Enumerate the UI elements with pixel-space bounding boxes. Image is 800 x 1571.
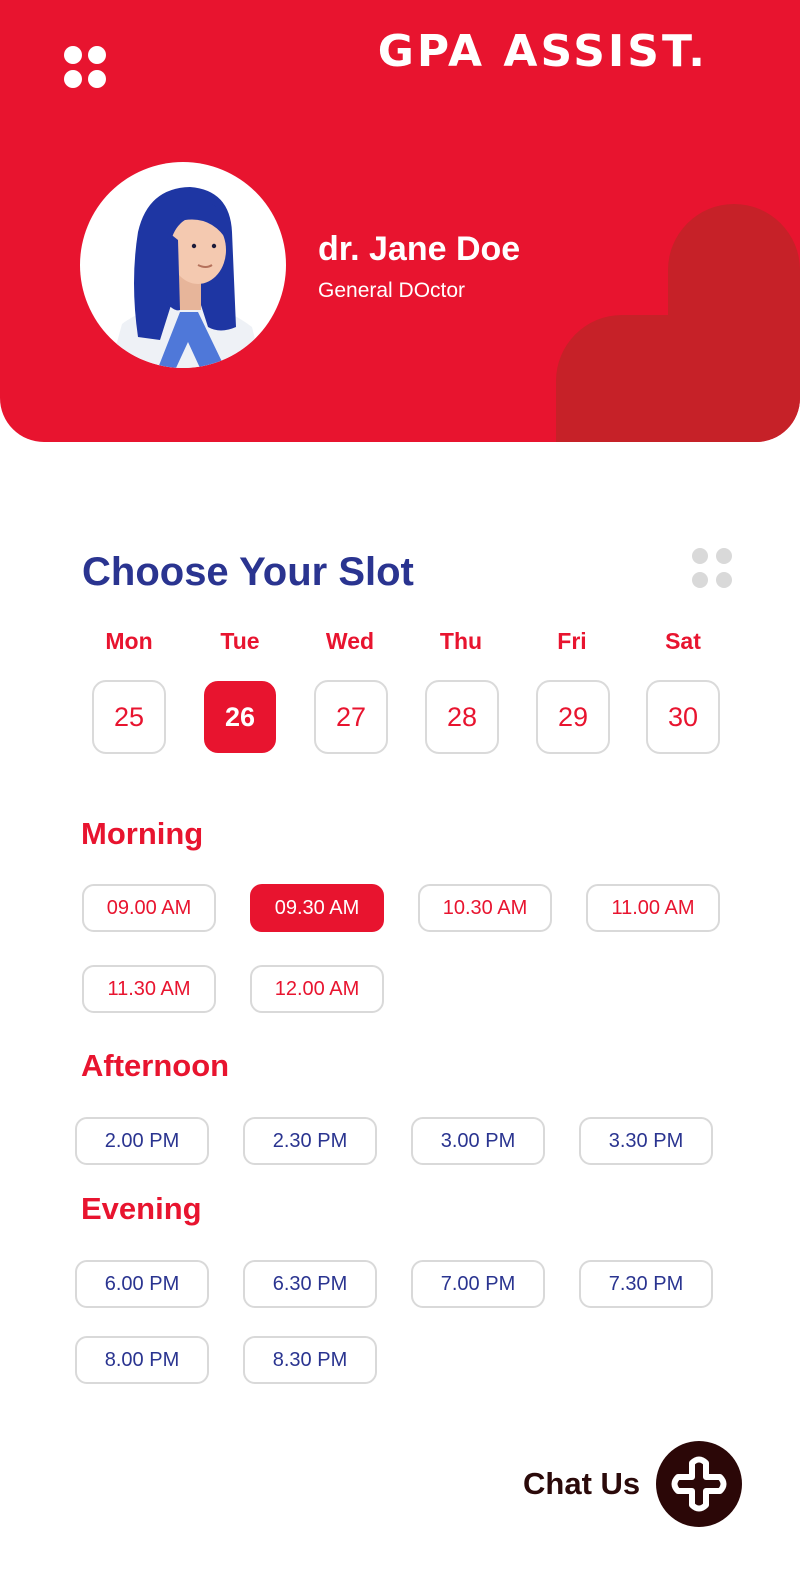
menu-icon[interactable]	[64, 46, 110, 92]
day-label-tue: Tue	[220, 628, 260, 654]
slot-evening-800[interactable]: 8.00 PM	[75, 1336, 209, 1384]
slot-evening-730[interactable]: 7.30 PM	[579, 1260, 713, 1308]
grid-icon[interactable]	[692, 548, 734, 590]
day-label-fri: Fri	[557, 628, 587, 654]
header: GPA ASSIST. dr. Jane Doe General DOctor	[0, 0, 800, 442]
date-27[interactable]: 27	[314, 680, 388, 754]
chat-us-label[interactable]: Chat Us	[523, 1466, 640, 1502]
doctor-illustration	[110, 187, 262, 368]
afternoon-label: Afternoon	[81, 1048, 230, 1083]
slot-evening-700[interactable]: 7.00 PM	[411, 1260, 545, 1308]
slot-morning-1200[interactable]: 12.00 AM	[250, 965, 384, 1013]
day-label-mon: Mon	[105, 628, 153, 654]
morning-label: Morning	[81, 816, 204, 851]
slot-afternoon-300[interactable]: 3.00 PM	[411, 1117, 545, 1165]
day-label-sat: Sat	[665, 628, 701, 654]
doctor-name: dr. Jane Doe	[318, 230, 521, 268]
doctor-role: General DOctor	[318, 279, 466, 302]
doctor-avatar	[80, 162, 286, 368]
date-26-selected[interactable]: 26	[204, 681, 276, 753]
slot-afternoon-230[interactable]: 2.30 PM	[243, 1117, 377, 1165]
slot-afternoon-200[interactable]: 2.00 PM	[75, 1117, 209, 1165]
plus-cross-icon	[671, 1456, 727, 1512]
day-label-wed: Wed	[325, 628, 375, 654]
date-29[interactable]: 29	[536, 680, 610, 754]
page-title: Choose Your Slot	[82, 550, 414, 594]
slot-evening-830[interactable]: 8.30 PM	[243, 1336, 377, 1384]
slot-evening-630[interactable]: 6.30 PM	[243, 1260, 377, 1308]
chat-button[interactable]	[656, 1441, 742, 1527]
evening-label: Evening	[81, 1191, 202, 1226]
app-title: GPA ASSIST.	[377, 26, 708, 77]
slot-morning-1030[interactable]: 10.30 AM	[418, 884, 552, 932]
slot-morning-1130[interactable]: 11.30 AM	[82, 965, 216, 1013]
date-25[interactable]: 25	[92, 680, 166, 754]
slot-morning-1100[interactable]: 11.00 AM	[586, 884, 720, 932]
slot-evening-600[interactable]: 6.00 PM	[75, 1260, 209, 1308]
date-28[interactable]: 28	[425, 680, 499, 754]
slot-morning-0930-selected[interactable]: 09.30 AM	[250, 884, 384, 932]
date-30[interactable]: 30	[646, 680, 720, 754]
slot-afternoon-330[interactable]: 3.30 PM	[579, 1117, 713, 1165]
day-label-thu: Thu	[439, 628, 483, 654]
slot-morning-0900[interactable]: 09.00 AM	[82, 884, 216, 932]
